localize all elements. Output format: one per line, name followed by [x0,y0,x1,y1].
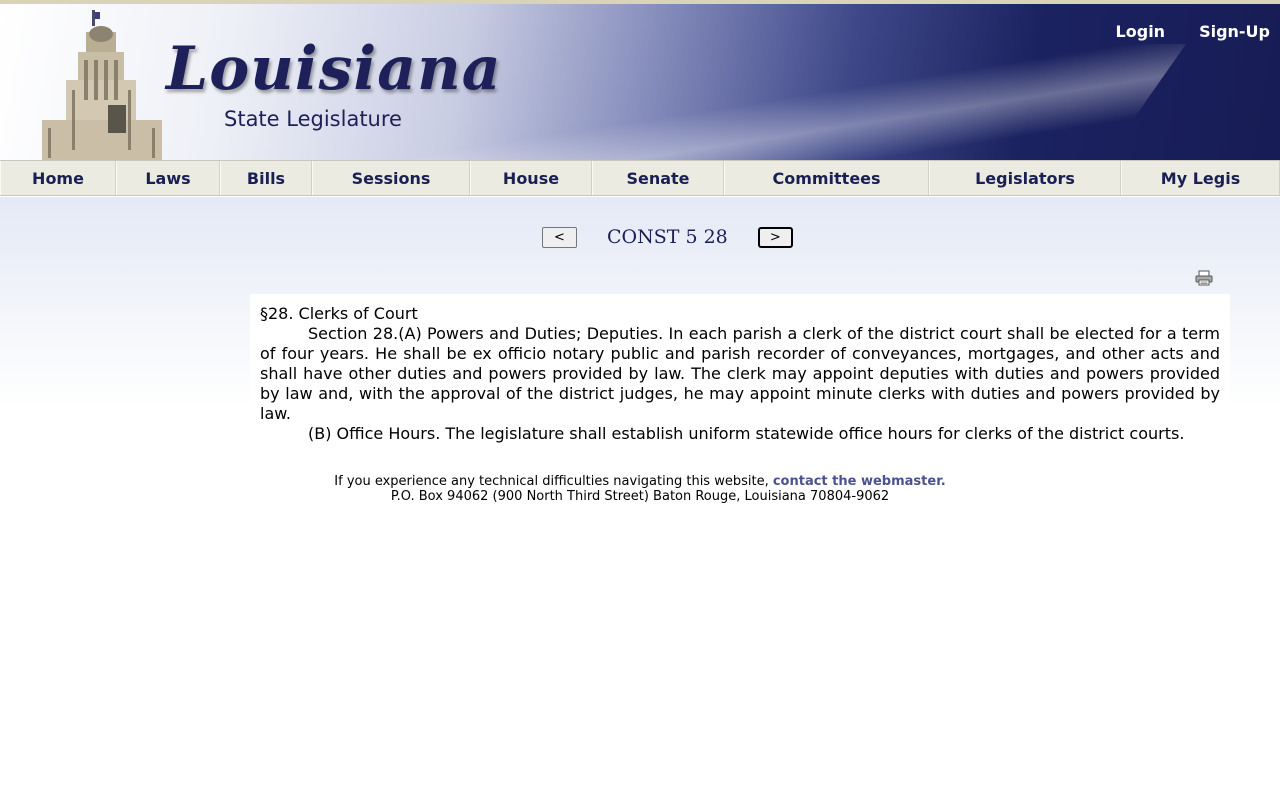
document-citation: CONST 5 28 [607,226,728,248]
signup-link[interactable]: Sign-Up [1199,22,1270,41]
nav-senate[interactable]: Senate [592,161,724,195]
nav-legislators[interactable]: Legislators [929,161,1121,195]
site-header: Louisiana State Legislature Login Sign-U… [0,0,1280,160]
section-heading: §28. Clerks of Court [260,304,418,323]
nav-bills[interactable]: Bills [220,161,312,195]
nav-laws[interactable]: Laws [116,161,220,195]
nav-home[interactable]: Home [0,161,116,195]
footer-address: P.O. Box 94062 (900 North Third Street) … [390,489,890,504]
section-paragraph-a: Section 28.(A) Powers and Duties; Deputi… [260,324,1220,423]
previous-document-button[interactable]: < [542,226,577,248]
main-nav: Home Laws Bills Sessions House Senate Co… [0,160,1280,196]
logo-subtitle: State Legislature [224,107,402,131]
site-footer: If you experience any technical difficul… [0,474,1280,504]
printer-icon[interactable] [1195,270,1213,286]
law-text: §28. Clerks of Court Section 28.(A) Powe… [250,294,1230,450]
footer-support-line: If you experience any technical difficul… [0,474,1280,489]
nav-committees[interactable]: Committees [724,161,929,195]
section-paragraph-b: (B) Office Hours. The legislature shall … [308,424,1185,443]
nav-my-legis[interactable]: My Legis [1121,161,1280,195]
capitol-building-image [42,10,162,160]
document-navigator: < CONST 5 28 > [542,226,793,248]
login-link[interactable]: Login [1116,22,1166,41]
footer-support-text: If you experience any technical difficul… [334,474,773,489]
nav-house[interactable]: House [470,161,592,195]
next-document-button[interactable]: > [757,226,793,248]
logo-wordmark: Louisiana [166,34,502,104]
account-links: Login Sign-Up [1116,22,1270,41]
contact-webmaster-link[interactable]: contact the webmaster. [773,474,946,489]
nav-sessions[interactable]: Sessions [312,161,470,195]
